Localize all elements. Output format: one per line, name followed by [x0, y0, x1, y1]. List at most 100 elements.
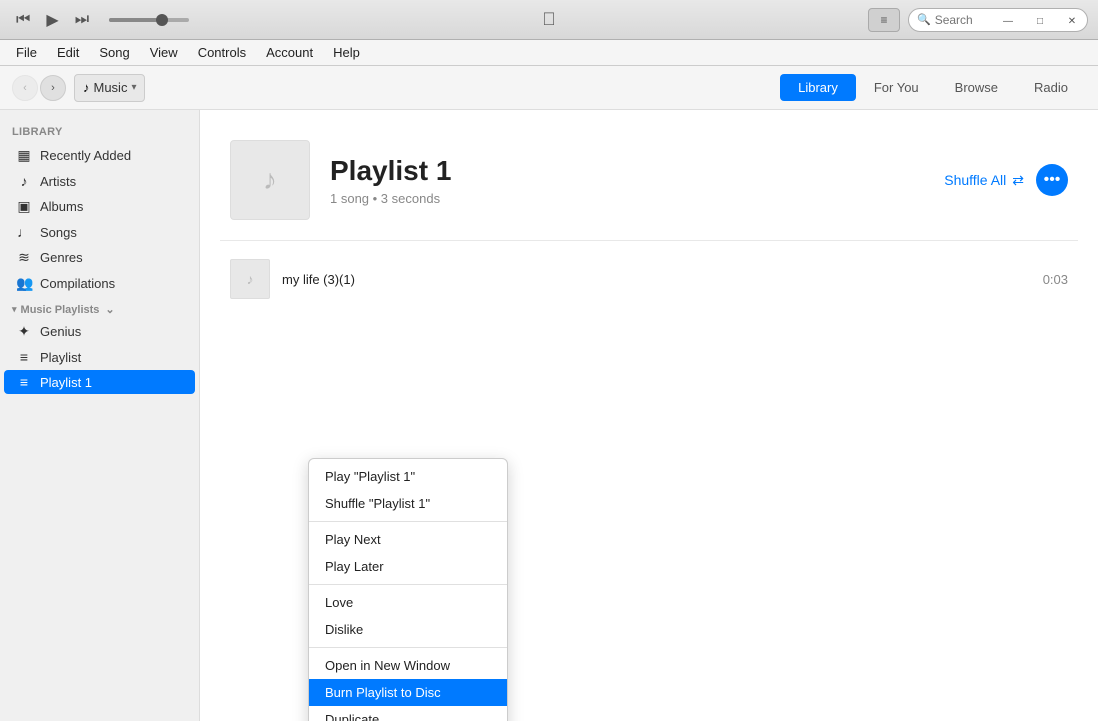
menu-file[interactable]: File	[8, 43, 45, 62]
sidebar-item-label: Playlist 1	[40, 375, 92, 390]
ctx-love[interactable]: Love	[309, 589, 507, 616]
artists-icon: ♪	[16, 173, 32, 189]
compilations-icon: 👥	[16, 275, 32, 292]
ctx-open-new-window[interactable]: Open in New Window	[309, 652, 507, 679]
apple-icon: 	[542, 9, 556, 29]
sidebar-item-albums[interactable]: ▣ Albums	[4, 194, 195, 219]
titlebar-logo: 	[542, 9, 556, 30]
library-header: Library	[0, 118, 199, 142]
tab-radio[interactable]: Radio	[1016, 74, 1086, 101]
sidebar-item-compilations[interactable]: 👥 Compilations	[4, 271, 195, 296]
titlebar-right: ≡ 🔍 — □ ✕	[868, 8, 1088, 32]
ctx-play-later[interactable]: Play Later	[309, 553, 507, 580]
ctx-play-playlist[interactable]: Play "Playlist 1"	[309, 463, 507, 490]
sidebar-item-genres[interactable]: ≋ Genres	[4, 245, 195, 270]
menubar: File Edit Song View Controls Account Hel…	[0, 40, 1098, 66]
location-selector[interactable]: ♪ Music ▾	[74, 74, 145, 102]
separator	[309, 647, 507, 648]
shuffle-icon: ⇄	[1012, 172, 1024, 189]
fast-forward-button[interactable]: ⏭	[71, 7, 93, 33]
shuffle-all-button[interactable]: Shuffle All ⇄	[944, 172, 1024, 189]
table-row[interactable]: ♪ my life (3)(1) 0:03	[220, 251, 1078, 307]
list-view-button[interactable]: ≡	[868, 8, 900, 32]
more-options-button[interactable]: •••	[1036, 164, 1068, 196]
content-area: ♪ Playlist 1 1 song • 3 seconds Shuffle …	[200, 110, 1098, 721]
playlist-meta: 1 song • 3 seconds	[330, 191, 924, 206]
sidebar-item-genius[interactable]: ✦ Genius	[4, 319, 195, 344]
playlist1-icon: ≡	[16, 374, 32, 390]
tab-browse[interactable]: Browse	[937, 74, 1016, 101]
volume-track	[109, 18, 189, 22]
play-button[interactable]: ▶	[42, 6, 62, 34]
menu-view[interactable]: View	[142, 43, 186, 62]
sidebar-item-label: Songs	[40, 225, 77, 240]
maximize-button[interactable]: □	[1024, 12, 1056, 32]
menu-controls[interactable]: Controls	[190, 43, 254, 62]
sidebar-item-songs[interactable]: ♩ Songs	[4, 220, 195, 244]
chevron-right-icon: ▾	[12, 304, 17, 315]
sidebar-item-label: Albums	[40, 199, 83, 214]
playlists-section-toggle[interactable]: ▾ Music Playlists ⌄	[0, 297, 199, 318]
tab-library[interactable]: Library	[780, 74, 856, 101]
ctx-duplicate[interactable]: Duplicate	[309, 706, 507, 721]
track-music-icon: ♪	[247, 271, 254, 287]
ctx-dislike[interactable]: Dislike	[309, 616, 507, 643]
sidebar-item-playlist1[interactable]: ≡ Playlist 1	[4, 370, 195, 394]
ctx-shuffle-playlist[interactable]: Shuffle "Playlist 1"	[309, 490, 507, 517]
rewind-button[interactable]: ⏮	[12, 7, 34, 33]
search-icon: 🔍	[917, 13, 931, 26]
playlist-info: Playlist 1 1 song • 3 seconds	[330, 155, 924, 206]
volume-slider[interactable]	[109, 18, 189, 22]
playlist-actions: Shuffle All ⇄ •••	[944, 164, 1068, 196]
forward-button[interactable]: ›	[40, 75, 66, 101]
track-art: ♪	[230, 259, 270, 299]
ellipsis-icon: •••	[1044, 171, 1061, 189]
context-menu: Play "Playlist 1" Shuffle "Playlist 1" P…	[308, 458, 508, 721]
sidebar-item-label: Genius	[40, 324, 81, 339]
window-controls: — □ ✕	[992, 12, 1088, 32]
nav-tabs: Library For You Browse Radio	[780, 74, 1086, 101]
sidebar-item-recently-added[interactable]: ▦ Recently Added	[4, 143, 195, 168]
minimize-button[interactable]: —	[992, 12, 1024, 32]
separator	[309, 584, 507, 585]
nav-arrows: ‹ ›	[12, 75, 66, 101]
main-layout: Library ▦ Recently Added ♪ Artists ▣ Alb…	[0, 110, 1098, 721]
ctx-play-next[interactable]: Play Next	[309, 526, 507, 553]
sidebar: Library ▦ Recently Added ♪ Artists ▣ Alb…	[0, 110, 200, 721]
songs-icon: ♩	[16, 224, 32, 240]
menu-edit[interactable]: Edit	[49, 43, 87, 62]
volume-thumb	[156, 14, 168, 26]
menu-song[interactable]: Song	[91, 43, 137, 62]
volume-fill	[109, 18, 157, 22]
playlist-art: ♪	[230, 140, 310, 220]
playlist-icon: ≡	[16, 349, 32, 365]
sidebar-item-label: Compilations	[40, 276, 115, 291]
location-label: Music	[94, 80, 128, 95]
track-duration: 0:03	[1043, 272, 1068, 287]
menu-help[interactable]: Help	[325, 43, 368, 62]
chevron-down-icon: ▾	[131, 82, 136, 93]
playlist-title: Playlist 1	[330, 155, 924, 187]
sidebar-item-label: Playlist	[40, 350, 81, 365]
titlebar: ⏮ ▶ ⏭  ≡ 🔍 — □ ✕	[0, 0, 1098, 40]
caret-icon: ⌄	[105, 303, 114, 316]
sidebar-item-label: Artists	[40, 174, 76, 189]
music-icon: ♪	[83, 80, 90, 95]
track-name: my life (3)(1)	[282, 272, 1043, 287]
menu-account[interactable]: Account	[258, 43, 321, 62]
sidebar-item-playlist[interactable]: ≡ Playlist	[4, 345, 195, 369]
recently-added-icon: ▦	[16, 147, 32, 164]
navbar: ‹ › ♪ Music ▾ Library For You Browse Rad…	[0, 66, 1098, 110]
genres-icon: ≋	[16, 249, 32, 266]
playlists-header-label: Music Playlists	[21, 304, 100, 316]
ctx-burn-playlist[interactable]: Burn Playlist to Disc	[309, 679, 507, 706]
sidebar-item-label: Recently Added	[40, 148, 131, 163]
back-button[interactable]: ‹	[12, 75, 38, 101]
playlist-header: ♪ Playlist 1 1 song • 3 seconds Shuffle …	[200, 110, 1098, 240]
tab-for-you[interactable]: For You	[856, 74, 937, 101]
albums-icon: ▣	[16, 198, 32, 215]
close-button[interactable]: ✕	[1056, 12, 1088, 32]
sidebar-item-label: Genres	[40, 250, 83, 265]
genius-icon: ✦	[16, 323, 32, 340]
sidebar-item-artists[interactable]: ♪ Artists	[4, 169, 195, 193]
